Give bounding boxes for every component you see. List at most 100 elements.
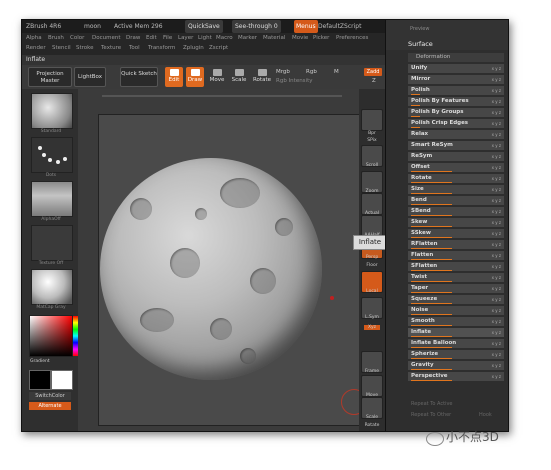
deformation-row-slider-fill[interactable] (411, 225, 452, 227)
deformation-row-smooth[interactable]: Smooth x y z (408, 317, 504, 326)
brush-thumbnail[interactable] (31, 93, 73, 129)
deformation-row-rflatten[interactable]: RFlatten x y z (408, 240, 504, 249)
axis-toggles[interactable]: x y z (492, 295, 501, 304)
axis-toggles[interactable]: x y z (492, 328, 501, 337)
deformation-row-slider-fill[interactable] (411, 192, 452, 194)
axis-toggles[interactable]: x y z (492, 361, 501, 370)
deformation-row-relax[interactable]: Relax x y z (408, 130, 504, 139)
deformation-row-flatten[interactable]: Flatten x y z (408, 251, 504, 260)
rotate-button[interactable]: Rotate (252, 67, 272, 87)
deformation-row-slider-fill[interactable] (411, 324, 452, 326)
menu-movie[interactable]: Movie (292, 35, 308, 41)
color-picker[interactable] (29, 315, 78, 357)
axis-toggles[interactable]: x y z (492, 185, 501, 194)
menu-picker[interactable]: Picker (313, 35, 329, 41)
menu-stroke[interactable]: Stroke (76, 45, 94, 51)
deformation-row-polish-by-features[interactable]: Polish By Features x y z (408, 97, 504, 106)
bpr-button[interactable] (361, 109, 383, 131)
deformation-row-mirror[interactable]: Mirror x y z (408, 75, 504, 84)
deformation-row-slider-fill[interactable] (411, 313, 452, 315)
axis-toggles[interactable]: x y z (492, 339, 501, 348)
deformation-row-spherize[interactable]: Spherize x y z (408, 350, 504, 359)
deformation-row-resym[interactable]: ReSym x y z (408, 152, 504, 161)
axis-toggles[interactable]: x y z (492, 372, 501, 381)
deformation-row-twist[interactable]: Twist x y z (408, 273, 504, 282)
defaultzscript-button[interactable]: DefaultZScript (318, 20, 361, 33)
menu-alpha[interactable]: Alpha (26, 35, 42, 41)
menu-marker[interactable]: Marker (238, 35, 257, 41)
zadd-button[interactable]: Zadd (364, 68, 382, 76)
deformation-row-polish-by-groups[interactable]: Polish By Groups x y z (408, 108, 504, 117)
edit-button[interactable]: Edit (165, 67, 183, 87)
deformation-row-skew[interactable]: Skew x y z (408, 218, 504, 227)
deformation-row-slider-fill[interactable] (411, 258, 452, 260)
menu-color[interactable]: Color (70, 35, 84, 41)
deformation-row-perspective[interactable]: Perspective x y z (408, 372, 504, 381)
document-area[interactable] (98, 114, 361, 426)
spix-label[interactable]: SPix (359, 138, 385, 143)
deformation-row-slider-fill[interactable] (411, 280, 452, 282)
deformation-header[interactable]: Deformation (408, 53, 504, 62)
deformation-row-slider-fill[interactable] (411, 269, 452, 271)
main-color-swatch[interactable] (29, 370, 51, 390)
deformation-row-squeeze[interactable]: Squeeze x y z (408, 295, 504, 304)
deformation-row-rotate[interactable]: Rotate x y z (408, 174, 504, 183)
menu-transform[interactable]: Transform (148, 45, 175, 51)
rgb-button[interactable]: Rgb (306, 69, 317, 75)
axis-toggles[interactable]: x y z (492, 130, 501, 139)
xyz-button[interactable]: Xyz (364, 325, 380, 330)
deformation-row-unify[interactable]: Unify x y z (408, 64, 504, 73)
m-button[interactable]: M (334, 69, 339, 75)
menu-light[interactable]: Light (198, 35, 212, 41)
deformation-row-slider-fill[interactable] (411, 170, 452, 172)
axis-toggles[interactable]: x y z (492, 317, 501, 326)
secondary-color-swatch[interactable] (51, 370, 73, 390)
repeat-to-active-button[interactable]: Repeat To Active (408, 400, 507, 409)
deformation-row-bend[interactable]: Bend x y z (408, 196, 504, 205)
axis-toggles[interactable]: x y z (492, 97, 501, 106)
deformation-row-sbend[interactable]: SBend x y z (408, 207, 504, 216)
menu-preferences[interactable]: Preferences (336, 35, 368, 41)
menu-file[interactable]: File (163, 35, 172, 41)
quicksave-button[interactable]: QuickSave (185, 20, 223, 33)
menu-brush[interactable]: Brush (48, 35, 64, 41)
axis-toggles[interactable]: x y z (492, 75, 501, 84)
axis-toggles[interactable]: x y z (492, 262, 501, 271)
menu-zplugin[interactable]: Zplugin (183, 45, 204, 51)
menu-edit[interactable]: Edit (146, 35, 157, 41)
projection-master-button[interactable]: Projection Master (28, 67, 72, 87)
deformation-row-size[interactable]: Size x y z (408, 185, 504, 194)
menu-layer[interactable]: Layer (178, 35, 193, 41)
axis-toggles[interactable]: x y z (492, 152, 501, 161)
deformation-row-slider-fill[interactable] (411, 335, 452, 337)
axis-toggles[interactable]: x y z (492, 218, 501, 227)
seethrough-slider[interactable]: See-through 0 (232, 20, 281, 33)
lightbox-button[interactable]: LightBox (74, 67, 106, 87)
menu-material[interactable]: Material (263, 35, 285, 41)
quick-sketch-button[interactable]: Quick Sketch (120, 67, 158, 87)
material-thumbnail[interactable] (31, 269, 73, 305)
axis-toggles[interactable]: x y z (492, 350, 501, 359)
texture-thumbnail[interactable] (31, 225, 73, 261)
axis-toggles[interactable]: x y z (492, 273, 501, 282)
deformation-row-smart-resym[interactable]: Smart ReSym x y z (408, 141, 504, 150)
axis-toggles[interactable]: x y z (492, 306, 501, 315)
axis-toggles[interactable]: x y z (492, 196, 501, 205)
deformation-row-slider-fill[interactable] (411, 203, 452, 205)
axis-toggles[interactable]: x y z (492, 174, 501, 183)
menu-document[interactable]: Document (92, 35, 121, 41)
switchcolor-button[interactable]: SwitchColor (29, 392, 71, 400)
axis-toggles[interactable]: x y z (492, 240, 501, 249)
deformation-row-slider-fill[interactable] (411, 236, 452, 238)
deformation-row-slider-fill[interactable] (411, 247, 452, 249)
deformation-row-sflatten[interactable]: SFlatten x y z (408, 262, 504, 271)
move-button[interactable]: Move (208, 67, 226, 87)
deformation-row-slider-fill[interactable] (411, 126, 420, 128)
menu-tool[interactable]: Tool (129, 45, 140, 51)
mrgb-button[interactable]: Mrgb (276, 69, 290, 75)
deformation-row-inflate[interactable]: Inflate x y z (408, 328, 504, 337)
deformation-row-polish-crisp-edges[interactable]: Polish Crisp Edges x y z (408, 119, 504, 128)
axis-toggles[interactable]: x y z (492, 251, 501, 260)
menu-render[interactable]: Render (26, 45, 46, 51)
deformation-row-sskew[interactable]: SSkew x y z (408, 229, 504, 238)
